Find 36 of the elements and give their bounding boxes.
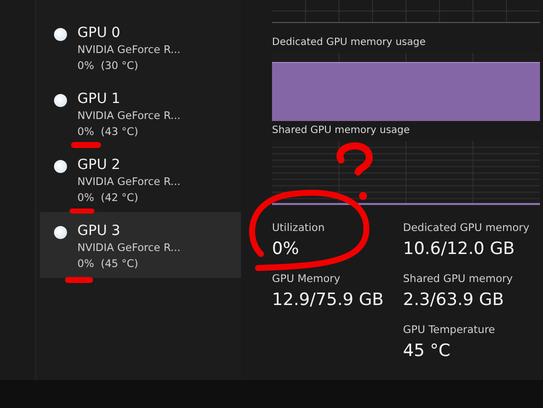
stat-value: 2.3/63.9 GB: [403, 289, 505, 311]
stat-label: Shared GPU memory: [403, 273, 514, 287]
underline-mark: [70, 208, 94, 214]
stat-label: GPU Temperature: [403, 324, 496, 338]
gpu-list-item[interactable]: GPU 3 NVIDIA GeForce R... 0% (45 °C): [40, 212, 241, 278]
status-dot-icon: [54, 28, 68, 41]
gpu-title: GPU 1: [77, 90, 120, 108]
gpu-title: GPU 0: [77, 24, 120, 42]
stat-value: 12.9/75.9 GB: [272, 289, 385, 311]
underline-mark: [65, 277, 93, 283]
question-mark-drawing: [336, 142, 373, 200]
stat-label: GPU Memory: [272, 273, 342, 287]
stat-value: 45 °C: [403, 340, 452, 362]
stat-value: 10.6/12.0 GB: [403, 238, 516, 260]
status-dot-icon: [54, 226, 68, 239]
graph-title: Shared GPU memory usage: [272, 125, 411, 138]
gpu-status: 0% (43 °C): [77, 125, 138, 140]
stat-value: 0%: [272, 238, 300, 260]
gpu-list-item[interactable]: GPU 0 NVIDIA GeForce R... 0% (30 °C): [40, 14, 241, 80]
gpu-model: NVIDIA GeForce R...: [77, 43, 181, 58]
gpu-model: NVIDIA GeForce R...: [77, 241, 181, 256]
status-dot-icon: [54, 94, 68, 107]
gpu-model: NVIDIA GeForce R...: [77, 175, 181, 190]
gpu-status: 0% (30 °C): [77, 59, 138, 74]
underline-mark: [71, 142, 101, 148]
stat-label: Dedicated GPU memory: [403, 222, 530, 236]
gpu-title: GPU 2: [77, 156, 120, 174]
gpu-status: 0% (42 °C): [77, 191, 138, 206]
gpu-status: 0% (45 °C): [77, 257, 138, 272]
stat-label: Utilization: [272, 222, 326, 236]
status-dot-icon: [54, 160, 68, 173]
gpu-list-item[interactable]: GPU 1 NVIDIA GeForce R... 0% (43 °C): [40, 80, 241, 146]
graph-title: Dedicated GPU memory usage: [272, 37, 427, 50]
gpu-list-item[interactable]: GPU 2 NVIDIA GeForce R... 0% (42 °C): [40, 146, 241, 212]
gpu-title: GPU 3: [77, 222, 120, 240]
gpu-model: NVIDIA GeForce R...: [77, 109, 181, 124]
